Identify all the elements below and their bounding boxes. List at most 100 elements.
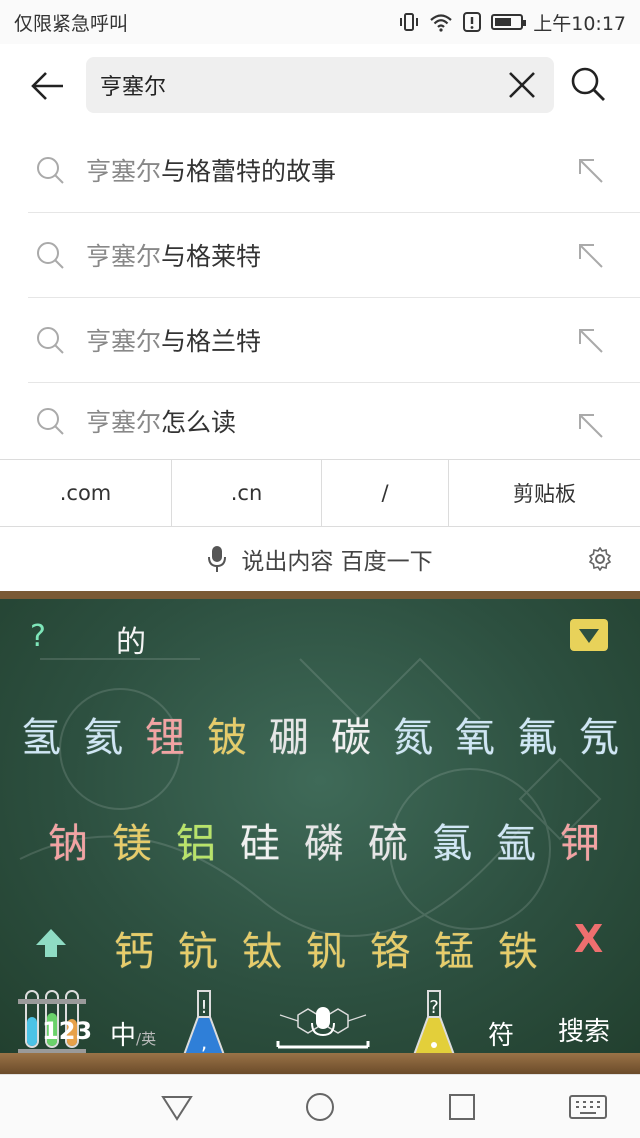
search-input[interactable] bbox=[100, 57, 480, 113]
element-row-3: 钙 钪 钛 钒 铬 锰 铁 bbox=[106, 919, 546, 977]
status-text: 仅限紧急呼叫 bbox=[14, 12, 129, 35]
suggestion-list: 亨塞尔与格蕾特的故事 亨塞尔与格莱特 亨塞尔与格兰特 亨塞尔怎么读 bbox=[0, 128, 640, 458]
candidate-word[interactable]: 的 bbox=[116, 617, 146, 661]
element-key-manganese[interactable]: 锰 bbox=[426, 919, 482, 977]
help-key[interactable]: ? bbox=[30, 619, 46, 654]
suggestion-text: 亨塞尔与格莱特 bbox=[86, 242, 262, 271]
system-nav-bar bbox=[0, 1074, 640, 1138]
back-button[interactable] bbox=[24, 64, 72, 108]
fill-query-arrow-icon[interactable] bbox=[576, 411, 606, 441]
element-row-1: 氢 氦 锂 铍 硼 碳 氮 氧 氟 氖 bbox=[14, 705, 626, 763]
element-key-iron[interactable]: 铁 bbox=[490, 919, 546, 977]
recents-square-icon[interactable] bbox=[445, 1091, 479, 1123]
symbol-key[interactable]: 符 bbox=[488, 1015, 514, 1052]
element-key-scandium[interactable]: 钪 bbox=[170, 919, 226, 977]
space-key[interactable] bbox=[258, 995, 388, 1059]
element-key-sulfur[interactable]: 硫 bbox=[360, 811, 416, 869]
suggestion-item[interactable]: 亨塞尔与格兰特 bbox=[28, 298, 640, 383]
clear-button[interactable] bbox=[506, 69, 538, 101]
element-key-magnesium[interactable]: 镁 bbox=[104, 811, 160, 869]
number-key[interactable]: 123 bbox=[16, 989, 92, 1057]
status-icons: 上午10:17 bbox=[399, 9, 626, 36]
suggestion-item[interactable]: 亨塞尔怎么读 bbox=[28, 383, 640, 458]
svg-text:?: ? bbox=[429, 997, 439, 1018]
shortcut-cn[interactable]: .cn bbox=[172, 460, 322, 526]
keyboard-bottom-row: 123 中/英 ! , ? 符 搜索 bbox=[0, 989, 640, 1061]
microphone-icon bbox=[208, 546, 227, 572]
gear-icon[interactable] bbox=[588, 547, 612, 571]
chalkboard-ledge bbox=[0, 1053, 640, 1074]
fill-query-arrow-icon[interactable] bbox=[576, 326, 606, 356]
punctuation-comma-key[interactable]: ! , bbox=[180, 989, 228, 1061]
element-key-carbon[interactable]: 碳 bbox=[324, 705, 378, 763]
element-key-lithium[interactable]: 锂 bbox=[138, 705, 192, 763]
number-key-label: 123 bbox=[42, 1017, 93, 1045]
element-key-helium[interactable]: 氦 bbox=[76, 705, 130, 763]
home-circle-icon[interactable] bbox=[303, 1091, 337, 1123]
element-key-aluminum[interactable]: 铝 bbox=[168, 811, 224, 869]
search-icon bbox=[37, 327, 64, 354]
element-row-2: 钠 镁 铝 硅 磷 硫 氯 氩 钾 bbox=[40, 811, 608, 869]
shift-key-icon[interactable] bbox=[34, 927, 68, 959]
element-key-phosphorus[interactable]: 磷 bbox=[296, 811, 352, 869]
search-icon bbox=[571, 67, 605, 101]
chevron-down-icon bbox=[579, 629, 599, 643]
language-switch-key[interactable]: 中/英 bbox=[110, 1015, 156, 1052]
element-key-oxygen[interactable]: 氧 bbox=[448, 705, 502, 763]
element-key-nitrogen[interactable]: 氮 bbox=[386, 705, 440, 763]
shortcut-clipboard[interactable]: 剪贴板 bbox=[449, 460, 640, 526]
search-header bbox=[0, 44, 640, 128]
element-key-boron[interactable]: 硼 bbox=[262, 705, 316, 763]
status-time: 上午10:17 bbox=[533, 12, 626, 35]
back-arrow-icon bbox=[31, 72, 63, 100]
shortcut-com[interactable]: .com bbox=[0, 460, 172, 526]
search-button[interactable] bbox=[568, 64, 612, 108]
collapse-keyboard-button[interactable] bbox=[570, 619, 608, 651]
element-key-neon[interactable]: 氖 bbox=[572, 705, 626, 763]
close-icon bbox=[509, 72, 535, 98]
suggestion-item[interactable]: 亨塞尔与格蕾特的故事 bbox=[28, 128, 640, 213]
svg-text:,: , bbox=[201, 1030, 207, 1054]
element-key-sodium[interactable]: 钠 bbox=[40, 811, 96, 869]
chemistry-keyboard: ? 的 氢 氦 锂 铍 硼 碳 氮 氧 氟 氖 钠 镁 铝 硅 磷 硫 氯 氩 … bbox=[0, 591, 640, 1074]
back-triangle-icon[interactable] bbox=[160, 1091, 194, 1123]
delete-key[interactable]: X bbox=[574, 917, 603, 961]
suggestion-text: 亨塞尔怎么读 bbox=[86, 407, 237, 437]
element-key-beryllium[interactable]: 铍 bbox=[200, 705, 254, 763]
chalkboard: ? 的 氢 氦 锂 铍 硼 碳 氮 氧 氟 氖 钠 镁 铝 硅 磷 硫 氯 氩 … bbox=[0, 599, 640, 1056]
element-key-titanium[interactable]: 钛 bbox=[234, 919, 290, 977]
suggestion-text: 亨塞尔与格兰特 bbox=[86, 327, 262, 356]
element-key-chromium[interactable]: 铬 bbox=[362, 919, 418, 977]
element-key-calcium[interactable]: 钙 bbox=[106, 919, 162, 977]
element-key-argon[interactable]: 氩 bbox=[488, 811, 544, 869]
suggestion-text: 亨塞尔与格蕾特的故事 bbox=[86, 157, 337, 186]
yellow-flask-icon: ? bbox=[412, 990, 456, 1056]
shortcut-slash[interactable]: / bbox=[322, 460, 449, 526]
keyboard-icon[interactable] bbox=[568, 1091, 608, 1123]
element-key-silicon[interactable]: 硅 bbox=[232, 811, 288, 869]
punctuation-period-key[interactable]: ? bbox=[410, 989, 458, 1061]
voice-search-button[interactable]: 说出内容 百度一下 bbox=[207, 542, 433, 576]
wifi-icon bbox=[430, 14, 452, 32]
voice-label: 说出内容 百度一下 bbox=[241, 549, 433, 575]
molecule-microphone-icon bbox=[276, 1007, 370, 1049]
svg-text:!: ! bbox=[200, 997, 207, 1018]
element-key-hydrogen[interactable]: 氢 bbox=[14, 705, 68, 763]
blue-flask-icon: ! , bbox=[182, 990, 226, 1056]
search-icon bbox=[37, 157, 64, 184]
fill-query-arrow-icon[interactable] bbox=[576, 156, 606, 186]
search-enter-key[interactable]: 搜索 bbox=[558, 1011, 610, 1048]
element-key-chlorine[interactable]: 氯 bbox=[424, 811, 480, 869]
vibrate-icon bbox=[400, 13, 419, 31]
element-key-vanadium[interactable]: 钒 bbox=[298, 919, 354, 977]
fill-query-arrow-icon[interactable] bbox=[576, 241, 606, 271]
shortcut-bar: .com .cn / 剪贴板 bbox=[0, 459, 640, 527]
lang-main-label: 中 bbox=[110, 1021, 137, 1051]
search-icon bbox=[37, 242, 64, 269]
suggestion-item[interactable]: 亨塞尔与格莱特 bbox=[28, 213, 640, 298]
search-box bbox=[86, 57, 554, 113]
element-key-fluorine[interactable]: 氟 bbox=[510, 705, 564, 763]
status-bar: 仅限紧急呼叫 上午10:17 bbox=[0, 0, 640, 44]
battery-icon bbox=[491, 14, 527, 30]
element-key-potassium[interactable]: 钾 bbox=[552, 811, 608, 869]
